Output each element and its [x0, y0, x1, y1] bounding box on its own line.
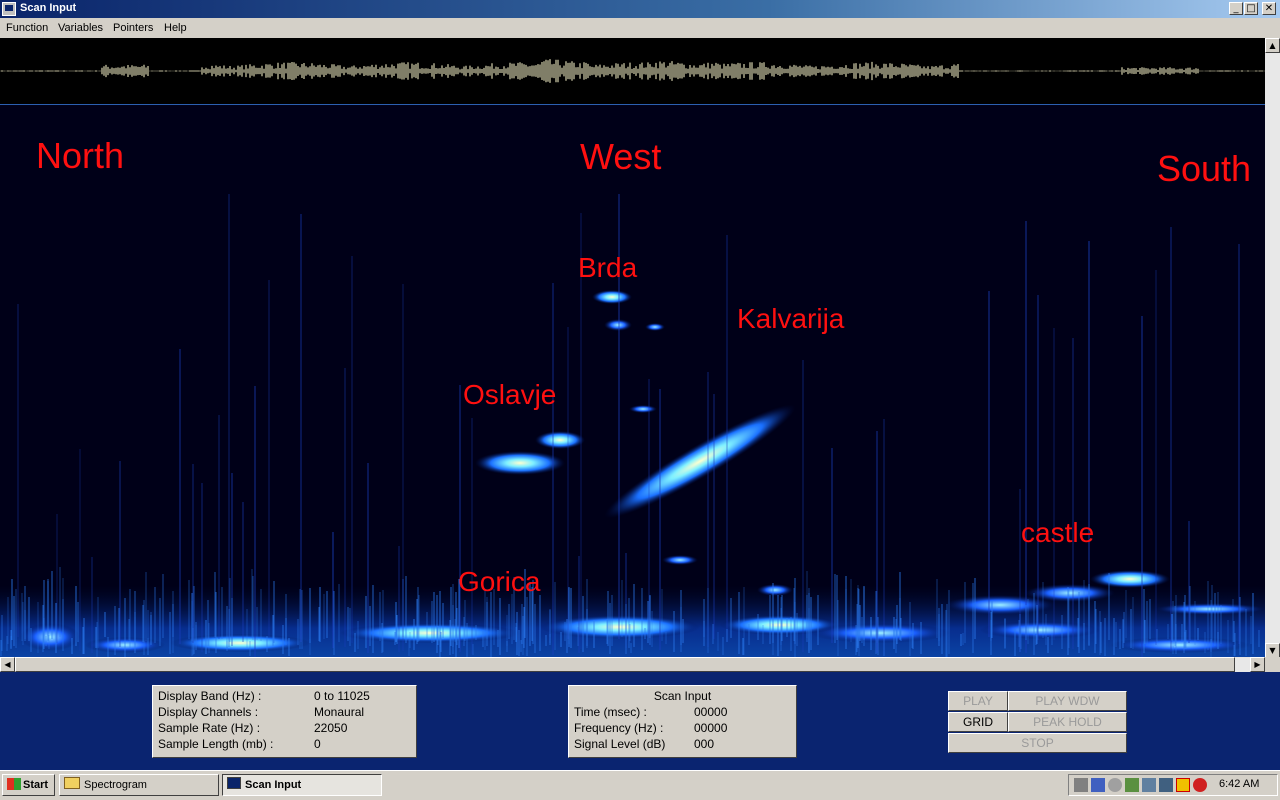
- spectrogram-image: [0, 194, 1265, 657]
- system-tray: 6:42 AM: [1068, 774, 1278, 796]
- start-button[interactable]: Start: [2, 774, 55, 796]
- play-window-button[interactable]: PLAY WDW: [1008, 691, 1127, 711]
- time-label: Time (msec) :: [574, 705, 647, 719]
- network-icon[interactable]: [1091, 778, 1105, 792]
- spectrogram-display[interactable]: North West South Brda Kalvarija Oslavje …: [0, 105, 1265, 657]
- waveform-trace: [0, 59, 1265, 83]
- label-north: North: [36, 135, 125, 176]
- sample-rate-label: Sample Rate (Hz) :: [158, 721, 261, 735]
- label-gorica: Gorica: [458, 566, 541, 597]
- scroll-down-icon[interactable]: ▼: [1265, 643, 1280, 658]
- start-label: Start: [23, 779, 49, 791]
- task-scan-input[interactable]: Scan Input: [222, 774, 382, 796]
- filezilla-icon[interactable]: [1176, 778, 1190, 792]
- signal-level-label: Signal Level (dB): [574, 737, 666, 751]
- sample-length-value: 0: [314, 737, 321, 751]
- clock: 6:42 AM: [1219, 778, 1260, 790]
- scan-box: Scan Input Time (msec) : 00000 Frequency…: [568, 685, 797, 758]
- menu-variables[interactable]: Variables: [58, 22, 103, 34]
- taskbar: Start Spectrogram Scan Input 6:42 AM: [0, 770, 1280, 800]
- frequency-label: Frequency (Hz) :: [574, 721, 664, 735]
- window-title: Scan Input: [20, 2, 77, 14]
- grid-button[interactable]: GRID: [948, 712, 1008, 732]
- label-oslavje: Oslavje: [463, 379, 557, 410]
- signal-level-value: 000: [694, 737, 715, 751]
- label-kalvarija: Kalvarija: [737, 303, 845, 334]
- scroll-right-icon[interactable]: ▶: [1250, 657, 1265, 672]
- stop-button[interactable]: STOP: [948, 733, 1127, 753]
- scrollbar-corner: [1265, 657, 1280, 672]
- display-band-label: Display Band (Hz) :: [158, 689, 262, 703]
- frequency-value: 00000: [694, 721, 728, 735]
- label-castle: castle: [1021, 517, 1095, 548]
- horizontal-scroll-thumb[interactable]: [15, 657, 1235, 672]
- control-panel: Display Band (Hz) : 0 to 11025 Display C…: [0, 672, 1280, 770]
- sample-length-label: Sample Length (mb) :: [158, 737, 274, 751]
- title-bar: Scan Input _ □ ✕: [0, 0, 1280, 18]
- peak-hold-button[interactable]: PEAK HOLD: [1008, 712, 1127, 732]
- menu-function[interactable]: Function: [6, 22, 48, 34]
- antivirus-icon[interactable]: [1193, 778, 1207, 792]
- display-channels-label: Display Channels :: [158, 705, 259, 719]
- close-button[interactable]: ✕: [1262, 2, 1276, 15]
- scan-title: Scan Input: [653, 689, 712, 703]
- scroll-left-icon[interactable]: ◀: [0, 657, 15, 672]
- label-brda: Brda: [578, 252, 638, 283]
- label-west: West: [580, 136, 662, 177]
- vertical-scrollbar[interactable]: ▲ ▼: [1265, 38, 1280, 658]
- clock-tool-icon[interactable]: [1108, 778, 1122, 792]
- play-button[interactable]: PLAY: [948, 691, 1008, 711]
- menu-help[interactable]: Help: [164, 22, 187, 34]
- sample-rate-value: 22050: [314, 721, 348, 735]
- display-channels-value: Monaural: [314, 705, 365, 719]
- task-scan-input-label: Scan Input: [245, 779, 302, 791]
- task-spectrogram-label: Spectrogram: [84, 779, 147, 791]
- minimize-button[interactable]: _: [1229, 2, 1243, 15]
- time-value: 00000: [694, 705, 728, 719]
- keyboard-icon[interactable]: [1074, 778, 1088, 792]
- maximize-button[interactable]: □: [1244, 2, 1258, 15]
- menu-pointers[interactable]: Pointers: [113, 22, 153, 34]
- scroll-up-icon[interactable]: ▲: [1265, 38, 1280, 53]
- display-band-value: 0 to 11025: [314, 689, 370, 703]
- horizontal-scrollbar[interactable]: ◀ ▶: [0, 657, 1265, 672]
- connection-icon[interactable]: [1159, 778, 1173, 792]
- app-window-icon: [227, 777, 241, 789]
- label-south: South: [1157, 148, 1252, 189]
- app-icon[interactable]: [2, 2, 16, 16]
- settings-box: Display Band (Hz) : 0 to 11025 Display C…: [152, 685, 417, 758]
- waveform-display[interactable]: [0, 38, 1265, 105]
- usb-icon[interactable]: [1142, 778, 1156, 792]
- menu-bar: Function Variables Pointers Help: [0, 18, 1280, 38]
- windows-logo-icon: [7, 778, 21, 790]
- utility-icon[interactable]: [1125, 778, 1139, 792]
- folder-icon: [64, 777, 80, 789]
- task-spectrogram[interactable]: Spectrogram: [59, 774, 219, 796]
